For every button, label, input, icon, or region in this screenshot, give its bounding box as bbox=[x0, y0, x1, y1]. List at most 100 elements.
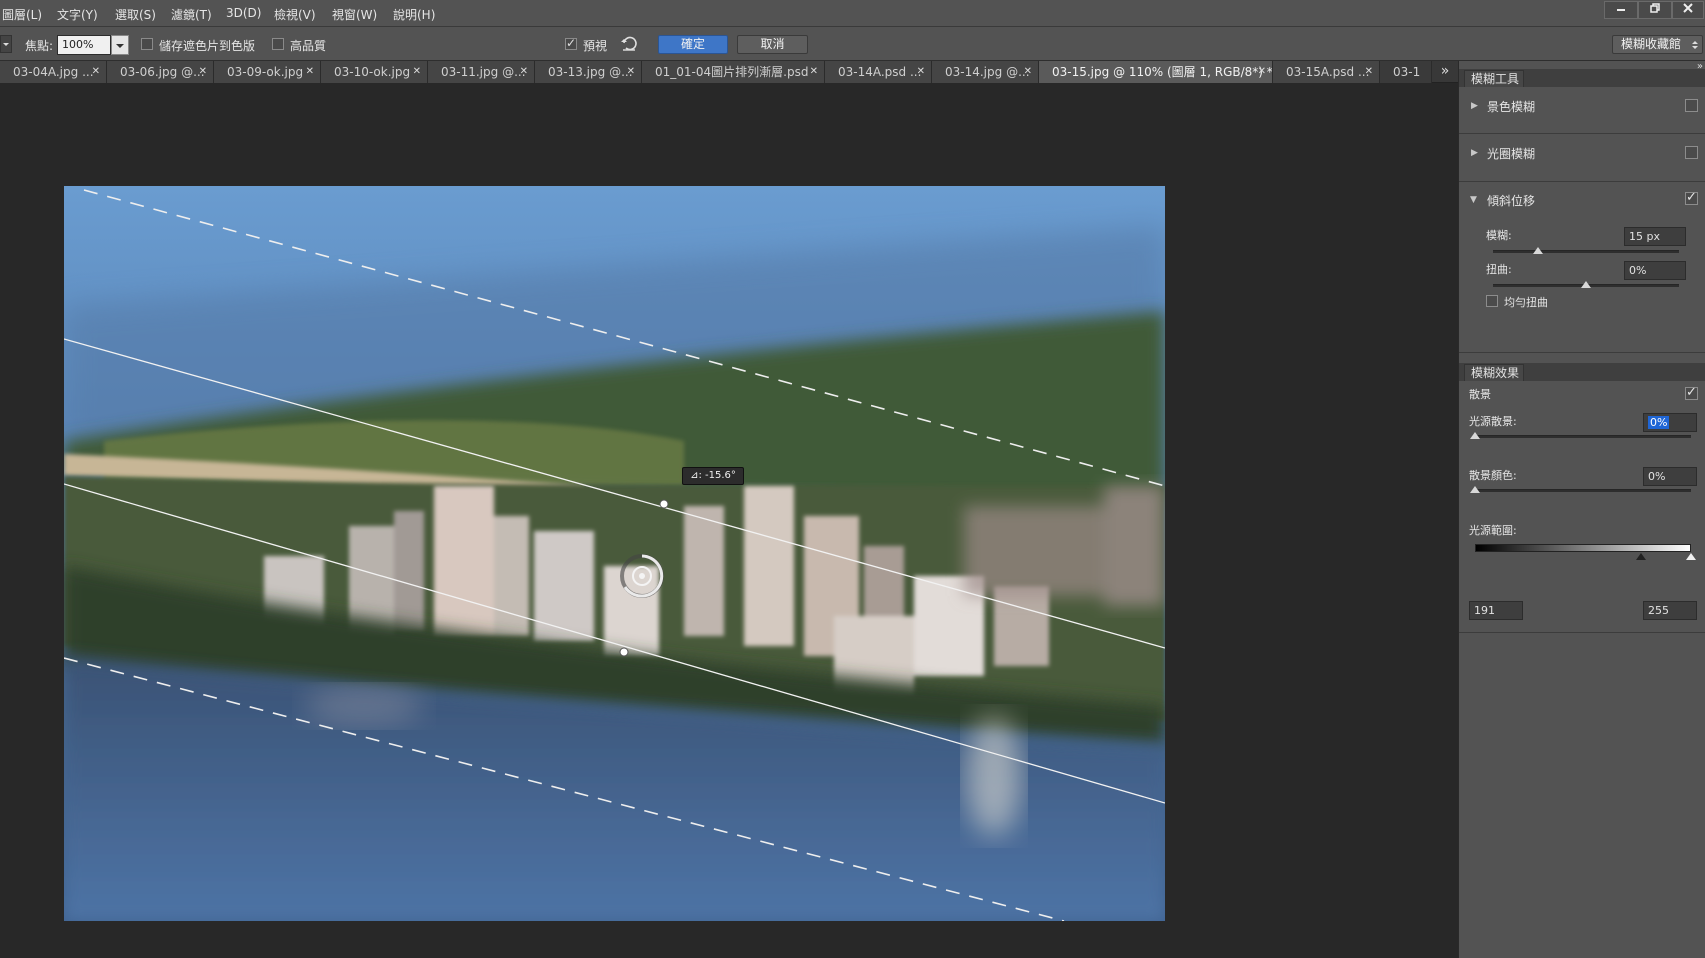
light-range-high-thumb[interactable] bbox=[1686, 553, 1696, 560]
document-image[interactable]: ⊿: -15.6° bbox=[64, 186, 1165, 921]
reset-pins-button[interactable] bbox=[619, 34, 639, 54]
doc-tab[interactable]: 03-15A.psd ... ✕ bbox=[1273, 61, 1380, 83]
iris-blur-label[interactable]: 光圈模糊 bbox=[1487, 145, 1535, 162]
close-icon[interactable]: ✕ bbox=[520, 61, 528, 83]
menu-3d[interactable]: 3D(D) bbox=[226, 6, 261, 20]
distortion-input[interactable]: 0% bbox=[1624, 261, 1686, 280]
chevron-down-icon bbox=[116, 44, 124, 48]
save-mask-label: 儲存遮色片到色版 bbox=[159, 39, 256, 53]
blur-amount-input[interactable]: 15 px bbox=[1624, 227, 1686, 246]
symmetric-distortion-label: 均勻扭曲 bbox=[1504, 296, 1548, 309]
distortion-label: 扭曲: bbox=[1486, 263, 1512, 276]
bokeh-color-slider[interactable] bbox=[1475, 489, 1691, 492]
tab-label: 03-04A.jpg ... bbox=[13, 65, 94, 79]
blur-amount-slider[interactable] bbox=[1493, 250, 1679, 253]
menu-filter[interactable]: 濾鏡(T) bbox=[171, 6, 212, 23]
doc-tab[interactable]: 03-11.jpg @... ✕ bbox=[428, 61, 535, 83]
tab-label: 03-13.jpg @... bbox=[548, 65, 633, 79]
tab-label: 03-14A.psd ... bbox=[838, 65, 922, 79]
ok-button[interactable]: 確定 bbox=[658, 35, 728, 54]
menu-layer[interactable]: 圖層(L) bbox=[2, 6, 42, 23]
bokeh-color-input[interactable]: 0% bbox=[1643, 467, 1697, 486]
tab-blur-tools[interactable]: 模糊工具 bbox=[1464, 70, 1524, 87]
close-icon[interactable]: ✕ bbox=[306, 61, 314, 83]
cancel-button[interactable]: 取消 bbox=[737, 35, 808, 54]
close-icon[interactable]: ✕ bbox=[1365, 61, 1373, 83]
bokeh-checkbox[interactable] bbox=[1685, 385, 1698, 400]
close-icon bbox=[1683, 3, 1693, 13]
expand-arrow-icon[interactable]: ▶ bbox=[1471, 148, 1478, 158]
menu-select[interactable]: 選取(S) bbox=[115, 6, 156, 23]
blur-amount-label: 模糊: bbox=[1486, 229, 1512, 242]
doc-tab-active[interactable]: 03-15.jpg @ 110% (圖層 1, RGB/8*) * ✕ bbox=[1039, 61, 1273, 83]
preview-label: 預視 bbox=[583, 39, 608, 53]
light-range-low-thumb[interactable] bbox=[1636, 553, 1646, 560]
tilt-shift-label[interactable]: 傾斜位移 bbox=[1487, 192, 1535, 209]
doc-tab[interactable]: 03-09-ok.jpg ✕ bbox=[214, 61, 321, 83]
tab-overflow-button[interactable]: » bbox=[1432, 61, 1458, 83]
light-bokeh-slider[interactable] bbox=[1475, 435, 1691, 438]
light-bokeh-input[interactable]: 0% bbox=[1643, 413, 1697, 432]
field-blur-label[interactable]: 景色模糊 bbox=[1487, 98, 1535, 115]
doc-tab[interactable]: 03-10-ok.jpg ✕ bbox=[321, 61, 428, 83]
distortion-slider-thumb[interactable] bbox=[1581, 281, 1591, 288]
rotate-handle-bottom[interactable] bbox=[619, 647, 629, 657]
tab-label: 03-1 bbox=[1393, 65, 1421, 79]
close-window-button[interactable] bbox=[1672, 1, 1704, 19]
doc-tab[interactable]: 03-06.jpg @... ✕ bbox=[107, 61, 214, 83]
tab-label: 03-14.jpg @... bbox=[945, 65, 1030, 79]
close-icon[interactable]: ✕ bbox=[1024, 61, 1032, 83]
light-range-gradient[interactable] bbox=[1475, 544, 1691, 552]
light-bokeh-slider-thumb[interactable] bbox=[1470, 432, 1480, 439]
rotate-handle-top[interactable] bbox=[659, 499, 669, 509]
symmetric-distortion-checkbox[interactable] bbox=[1486, 295, 1498, 307]
preview-checkbox[interactable] bbox=[565, 36, 577, 50]
minimize-icon bbox=[1617, 9, 1625, 11]
tab-label: 03-15.jpg @ 110% (圖層 1, RGB/8*) * bbox=[1052, 65, 1273, 79]
close-icon[interactable]: ✕ bbox=[810, 61, 818, 83]
close-icon[interactable]: ✕ bbox=[413, 61, 421, 83]
tab-label: 03-09-ok.jpg bbox=[227, 65, 304, 79]
menu-help[interactable]: 說明(H) bbox=[393, 6, 435, 23]
tab-blur-effects[interactable]: 模糊效果 bbox=[1464, 364, 1524, 381]
close-icon[interactable]: ✕ bbox=[1258, 61, 1266, 83]
high-quality-checkbox[interactable] bbox=[272, 38, 284, 50]
minimize-button[interactable] bbox=[1604, 1, 1638, 19]
workspace-label: 模糊收藏館 bbox=[1621, 37, 1682, 51]
doc-tab[interactable]: 01_01-04圖片排列漸層.psd ✕ bbox=[642, 61, 825, 83]
blur-amount-slider-thumb[interactable] bbox=[1532, 247, 1543, 254]
save-mask-checkbox[interactable] bbox=[141, 38, 153, 50]
restore-button[interactable] bbox=[1638, 1, 1672, 19]
menu-window[interactable]: 視窗(W) bbox=[332, 6, 377, 23]
menu-type[interactable]: 文字(Y) bbox=[57, 6, 98, 23]
tab-label: 01_01-04圖片排列漸層.psd bbox=[655, 65, 809, 79]
focus-input[interactable]: 100% bbox=[57, 35, 111, 55]
tilt-shift-checkbox[interactable] bbox=[1685, 190, 1698, 205]
angle-tooltip: ⊿: -15.6° bbox=[682, 467, 744, 485]
tab-label: 03-15A.psd ... bbox=[1286, 65, 1370, 79]
bokeh-color-label: 散景顏色: bbox=[1469, 469, 1517, 482]
iris-blur-checkbox[interactable] bbox=[1685, 146, 1698, 159]
bokeh-color-slider-thumb[interactable] bbox=[1470, 486, 1480, 493]
light-range-high-input[interactable]: 255 bbox=[1643, 601, 1697, 620]
expand-arrow-icon[interactable]: ▶ bbox=[1471, 101, 1478, 111]
light-range-low-input[interactable]: 191 bbox=[1469, 601, 1523, 620]
focus-dropdown-button[interactable] bbox=[111, 35, 129, 55]
workspace-switcher[interactable]: 模糊收藏館 bbox=[1612, 35, 1703, 54]
field-blur-checkbox[interactable] bbox=[1685, 99, 1698, 112]
doc-tab[interactable]: 03-04A.jpg ... ✕ bbox=[0, 61, 107, 83]
doc-tab[interactable]: 03-14A.psd ... ✕ bbox=[825, 61, 932, 83]
doc-tab[interactable]: 03-14.jpg @... ✕ bbox=[932, 61, 1039, 83]
close-icon[interactable]: ✕ bbox=[92, 61, 100, 83]
close-icon[interactable]: ✕ bbox=[627, 61, 635, 83]
tab-label: 03-06.jpg @... bbox=[120, 65, 205, 79]
doc-tab[interactable]: 03-1 bbox=[1380, 61, 1432, 83]
menu-view[interactable]: 檢視(V) bbox=[274, 6, 316, 23]
close-icon[interactable]: ✕ bbox=[199, 61, 207, 83]
tool-preset-picker[interactable] bbox=[0, 35, 12, 53]
city-photo bbox=[64, 186, 1165, 921]
collapse-arrow-icon[interactable]: ▼ bbox=[1470, 195, 1477, 205]
focus-label: 焦點: bbox=[25, 39, 54, 53]
doc-tab[interactable]: 03-13.jpg @... ✕ bbox=[535, 61, 642, 83]
close-icon[interactable]: ✕ bbox=[917, 61, 925, 83]
